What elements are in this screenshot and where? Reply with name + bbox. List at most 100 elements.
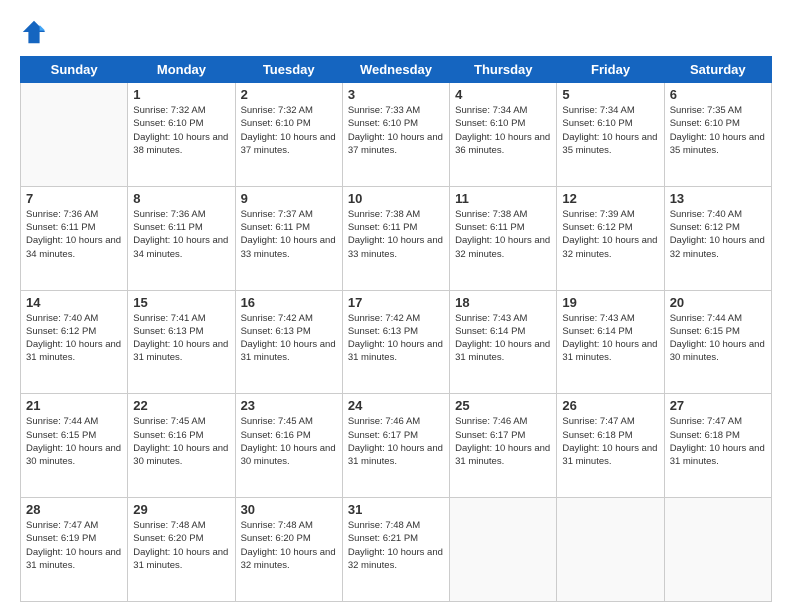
calendar-cell: 1 Sunrise: 7:32 AMSunset: 6:10 PMDaylight… [128,83,235,187]
day-number: 5 [562,87,658,102]
day-number: 2 [241,87,337,102]
week-row-1: 7 Sunrise: 7:36 AMSunset: 6:11 PMDaylight… [21,186,772,290]
header-row: SundayMondayTuesdayWednesdayThursdayFrid… [21,57,772,83]
calendar-header: SundayMondayTuesdayWednesdayThursdayFrid… [21,57,772,83]
calendar-cell: 5 Sunrise: 7:34 AMSunset: 6:10 PMDaylight… [557,83,664,187]
calendar-cell: 28 Sunrise: 7:47 AMSunset: 6:19 PMDayligh… [21,498,128,602]
calendar-cell: 3 Sunrise: 7:33 AMSunset: 6:10 PMDaylight… [342,83,449,187]
day-number: 21 [26,398,122,413]
calendar-cell [450,498,557,602]
day-number: 23 [241,398,337,413]
calendar-cell: 6 Sunrise: 7:35 AMSunset: 6:10 PMDaylight… [664,83,771,187]
week-row-2: 14 Sunrise: 7:40 AMSunset: 6:12 PMDayligh… [21,290,772,394]
calendar-cell: 22 Sunrise: 7:45 AMSunset: 6:16 PMDayligh… [128,394,235,498]
calendar-cell: 18Sunrise: 7:43 AMSunset: 6:14 PMDayligh… [450,290,557,394]
day-number: 11 [455,191,551,206]
calendar-cell: 30Sunrise: 7:48 AMSunset: 6:20 PMDayligh… [235,498,342,602]
day-header-wednesday: Wednesday [342,57,449,83]
day-number: 19 [562,295,658,310]
day-info: Sunrise: 7:40 AMSunset: 6:12 PMDaylight:… [26,312,122,365]
day-number: 9 [241,191,337,206]
calendar-cell: 31Sunrise: 7:48 AMSunset: 6:21 PMDayligh… [342,498,449,602]
day-number: 25 [455,398,551,413]
day-info: Sunrise: 7:43 AMSunset: 6:14 PMDaylight:… [562,312,658,365]
day-info: Sunrise: 7:34 AMSunset: 6:10 PMDaylight:… [455,104,551,157]
day-info: Sunrise: 7:36 AMSunset: 6:11 PMDaylight:… [133,208,229,261]
day-header-monday: Monday [128,57,235,83]
day-number: 12 [562,191,658,206]
day-number: 24 [348,398,444,413]
day-number: 4 [455,87,551,102]
day-info: Sunrise: 7:39 AMSunset: 6:12 PMDaylight:… [562,208,658,261]
day-number: 29 [133,502,229,517]
day-info: Sunrise: 7:38 AMSunset: 6:11 PMDaylight:… [455,208,551,261]
calendar-cell: 27Sunrise: 7:47 AMSunset: 6:18 PMDayligh… [664,394,771,498]
calendar-cell: 26Sunrise: 7:47 AMSunset: 6:18 PMDayligh… [557,394,664,498]
calendar-body: 1 Sunrise: 7:32 AMSunset: 6:10 PMDaylight… [21,83,772,602]
day-number: 20 [670,295,766,310]
calendar-cell: 24 Sunrise: 7:46 AMSunset: 6:17 PMDayligh… [342,394,449,498]
day-info: Sunrise: 7:42 AMSunset: 6:13 PMDaylight:… [348,312,444,365]
calendar-cell: 4 Sunrise: 7:34 AMSunset: 6:10 PMDaylight… [450,83,557,187]
calendar-cell: 9Sunrise: 7:37 AMSunset: 6:11 PMDaylight… [235,186,342,290]
calendar-cell: 12 Sunrise: 7:39 AMSunset: 6:12 PMDayligh… [557,186,664,290]
day-info: Sunrise: 7:46 AMSunset: 6:17 PMDaylight:… [455,415,551,468]
day-number: 1 [133,87,229,102]
day-info: Sunrise: 7:41 AMSunset: 6:13 PMDaylight:… [133,312,229,365]
calendar-cell [21,83,128,187]
calendar-cell: 29 Sunrise: 7:48 AMSunset: 6:20 PMDayligh… [128,498,235,602]
day-number: 10 [348,191,444,206]
calendar-cell: 21 Sunrise: 7:44 AMSunset: 6:15 PMDayligh… [21,394,128,498]
day-info: Sunrise: 7:40 AMSunset: 6:12 PMDaylight:… [670,208,766,261]
day-info: Sunrise: 7:36 AMSunset: 6:11 PMDaylight:… [26,208,122,261]
day-info: Sunrise: 7:47 AMSunset: 6:19 PMDaylight:… [26,519,122,572]
calendar-cell [664,498,771,602]
day-info: Sunrise: 7:45 AMSunset: 6:16 PMDaylight:… [133,415,229,468]
day-info: Sunrise: 7:33 AMSunset: 6:10 PMDaylight:… [348,104,444,157]
day-info: Sunrise: 7:44 AMSunset: 6:15 PMDaylight:… [26,415,122,468]
day-info: Sunrise: 7:34 AMSunset: 6:10 PMDaylight:… [562,104,658,157]
page: SundayMondayTuesdayWednesdayThursdayFrid… [0,0,792,612]
calendar-cell: 15 Sunrise: 7:41 AMSunset: 6:13 PMDayligh… [128,290,235,394]
day-number: 6 [670,87,766,102]
day-number: 13 [670,191,766,206]
calendar-cell: 7 Sunrise: 7:36 AMSunset: 6:11 PMDaylight… [21,186,128,290]
day-number: 22 [133,398,229,413]
day-header-friday: Friday [557,57,664,83]
calendar-cell: 20 Sunrise: 7:44 AMSunset: 6:15 PMDayligh… [664,290,771,394]
day-info: Sunrise: 7:46 AMSunset: 6:17 PMDaylight:… [348,415,444,468]
week-row-3: 21 Sunrise: 7:44 AMSunset: 6:15 PMDayligh… [21,394,772,498]
day-header-sunday: Sunday [21,57,128,83]
day-info: Sunrise: 7:45 AMSunset: 6:16 PMDaylight:… [241,415,337,468]
day-info: Sunrise: 7:43 AMSunset: 6:14 PMDaylight:… [455,312,551,365]
day-info: Sunrise: 7:44 AMSunset: 6:15 PMDaylight:… [670,312,766,365]
calendar-cell: 16 Sunrise: 7:42 AMSunset: 6:13 PMDayligh… [235,290,342,394]
logo [20,18,52,46]
day-number: 14 [26,295,122,310]
day-header-thursday: Thursday [450,57,557,83]
calendar-cell: 14 Sunrise: 7:40 AMSunset: 6:12 PMDayligh… [21,290,128,394]
logo-icon [20,18,48,46]
day-info: Sunrise: 7:47 AMSunset: 6:18 PMDaylight:… [670,415,766,468]
calendar-cell: 2Sunrise: 7:32 AMSunset: 6:10 PMDaylight… [235,83,342,187]
day-number: 8 [133,191,229,206]
calendar-cell: 11 Sunrise: 7:38 AMSunset: 6:11 PMDayligh… [450,186,557,290]
day-info: Sunrise: 7:48 AMSunset: 6:20 PMDaylight:… [133,519,229,572]
day-info: Sunrise: 7:42 AMSunset: 6:13 PMDaylight:… [241,312,337,365]
day-header-tuesday: Tuesday [235,57,342,83]
day-number: 16 [241,295,337,310]
calendar-cell: 25 Sunrise: 7:46 AMSunset: 6:17 PMDayligh… [450,394,557,498]
calendar-cell: 19 Sunrise: 7:43 AMSunset: 6:14 PMDayligh… [557,290,664,394]
calendar-cell: 8 Sunrise: 7:36 AMSunset: 6:11 PMDaylight… [128,186,235,290]
calendar-cell: 17Sunrise: 7:42 AMSunset: 6:13 PMDayligh… [342,290,449,394]
day-number: 3 [348,87,444,102]
day-info: Sunrise: 7:48 AMSunset: 6:20 PMDaylight:… [241,519,337,572]
day-number: 7 [26,191,122,206]
day-info: Sunrise: 7:38 AMSunset: 6:11 PMDaylight:… [348,208,444,261]
calendar-cell [557,498,664,602]
day-number: 28 [26,502,122,517]
day-info: Sunrise: 7:35 AMSunset: 6:10 PMDaylight:… [670,104,766,157]
calendar-cell: 23 Sunrise: 7:45 AMSunset: 6:16 PMDayligh… [235,394,342,498]
day-info: Sunrise: 7:32 AMSunset: 6:10 PMDaylight:… [133,104,229,157]
day-number: 15 [133,295,229,310]
